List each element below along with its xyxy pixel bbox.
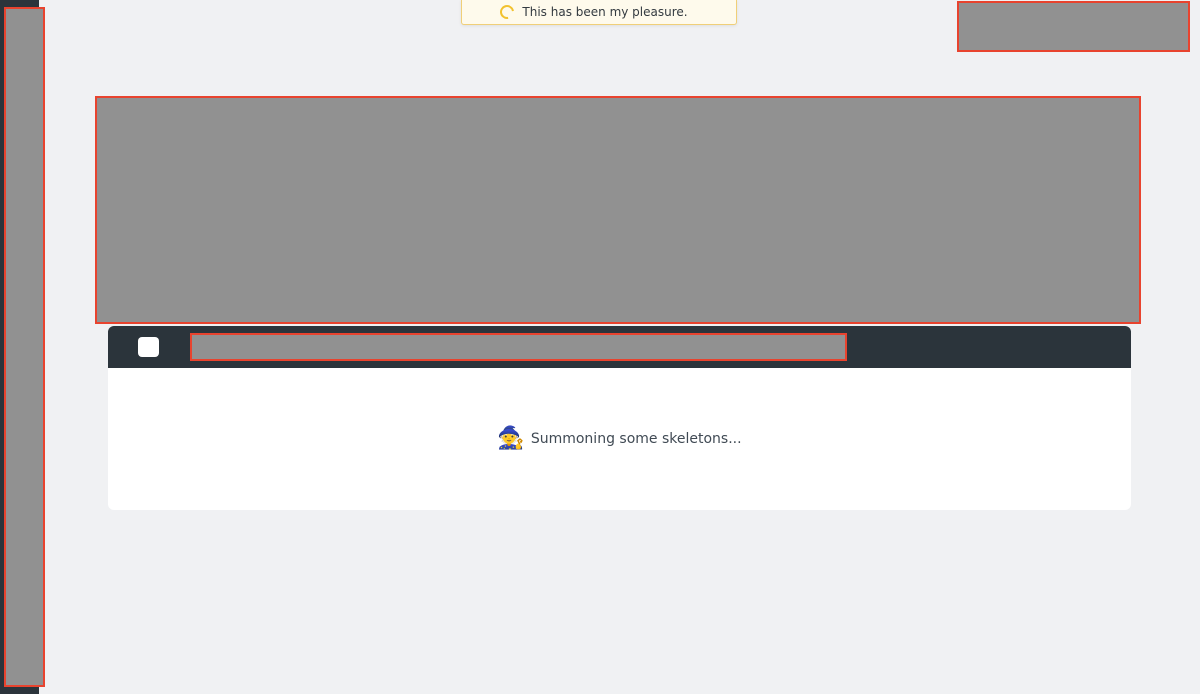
loading-state: 🧙 Summoning some skeletons... [108, 368, 1131, 510]
redacted-sidebar [4, 7, 45, 687]
list-header [108, 326, 1131, 368]
redacted-banner [95, 96, 1141, 324]
loading-text: Summoning some skeletons... [530, 431, 742, 447]
toast-notification: This has been my pleasure. [461, 0, 737, 25]
select-all-checkbox[interactable] [138, 337, 159, 357]
list-panel: 🧙 Summoning some skeletons... [108, 326, 1131, 510]
redacted-header-title [190, 333, 847, 361]
spinner-icon [497, 2, 518, 22]
toast-message: This has been my pleasure. [522, 5, 688, 19]
redacted-user-menu [957, 1, 1190, 52]
witch-icon: 🧙 [497, 426, 525, 451]
